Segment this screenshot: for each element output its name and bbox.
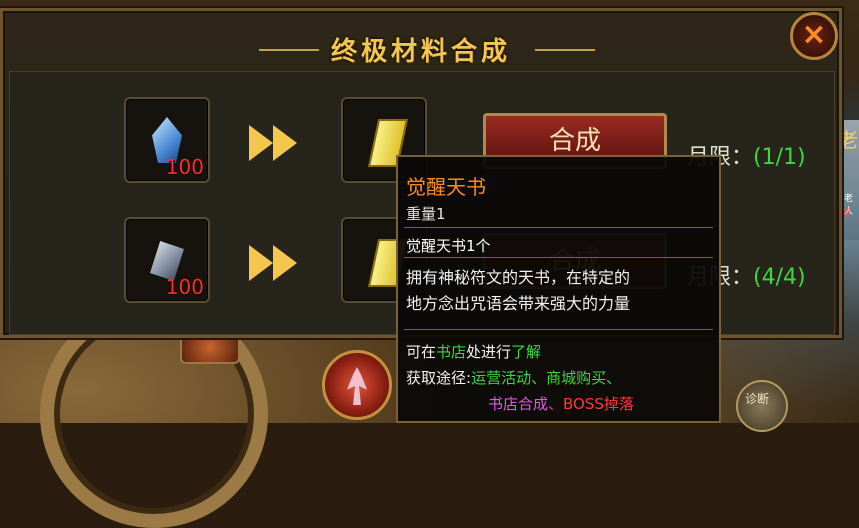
source-prefix: 可在 [406, 343, 437, 361]
item-name: 觉醒天书 [406, 175, 486, 199]
character-icon [347, 367, 367, 405]
source-line: 可在书店处进行了解 [406, 341, 541, 362]
acquire-label: 获取途径: [406, 369, 472, 387]
description-line: 拥有神秘符文的天书，在特定的 [406, 268, 631, 287]
item-tooltip: 觉醒天书 重量1 觉醒天书1个 拥有神秘符文的天书，在特定的 地方念出咒语会带来… [396, 155, 721, 423]
item-description: 拥有神秘符文的天书，在特定的 地方念出咒语会带来强大的力量 [406, 265, 718, 317]
input-count: 100 [165, 275, 204, 299]
panel-title: 终极材料合成 [330, 37, 511, 67]
limit-value: (1/1) [753, 145, 806, 170]
limit-value: (4/4) [753, 265, 806, 290]
npc-sub-label: 系 [842, 209, 852, 219]
double-arrow-icon [249, 245, 307, 281]
double-arrow-icon [249, 125, 307, 161]
skill-button[interactable] [322, 350, 392, 420]
acquire-boss-drop[interactable]: BOSS掉落 [563, 395, 634, 413]
item-weight: 重量1 [406, 205, 446, 223]
input-slot-crystal[interactable]: 100 [124, 97, 210, 183]
source-mid: 处进行 [466, 343, 512, 361]
close-button[interactable]: × [790, 12, 838, 60]
bottom-menu-button[interactable]: 诊断 [736, 380, 788, 432]
acquire-shop-combine[interactable]: 书店合成 [488, 395, 548, 413]
divider [404, 227, 713, 228]
learn-link[interactable]: 了解 [511, 343, 541, 361]
separator: 、 [606, 369, 622, 387]
divider [404, 329, 713, 330]
input-count: 100 [165, 155, 204, 179]
divider [404, 257, 713, 258]
acquire-line: 获取途径:运营活动、商城购买、 [406, 367, 621, 388]
item-quantity: 觉醒天书1个 [406, 237, 491, 255]
separator: 、 [531, 369, 547, 387]
description-line: 地方念出咒语会带来强大的力量 [406, 294, 631, 313]
acquire-line-2: 书店合成、BOSS掉落 [488, 393, 634, 414]
separator: 、 [548, 395, 564, 413]
acquire-mall[interactable]: 商城购买 [546, 369, 606, 387]
input-slot-metal[interactable]: 100 [124, 217, 210, 303]
shop-link[interactable]: 书店 [436, 343, 466, 361]
bottom-menu-label: 诊断 [745, 392, 770, 406]
acquire-event[interactable]: 运营活动 [471, 369, 531, 387]
